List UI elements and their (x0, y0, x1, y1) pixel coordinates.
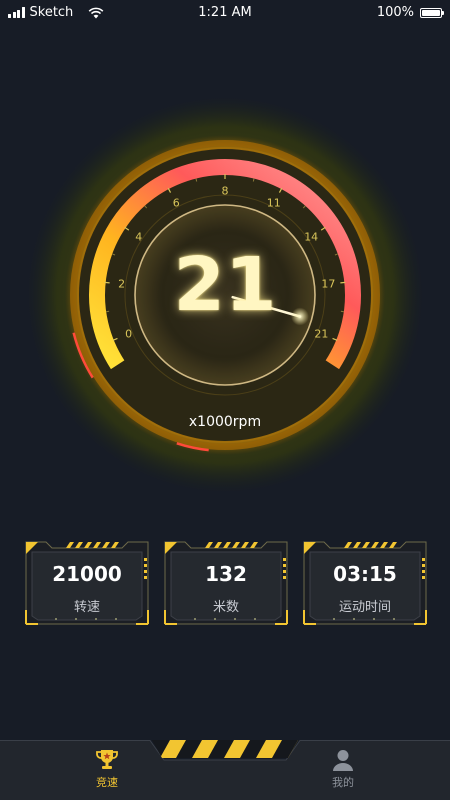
tab-race-label: 竞速 (96, 776, 118, 789)
card-frame-part (102, 542, 110, 548)
card-frame-part (111, 542, 119, 548)
status-bar-right: 100% (376, 5, 444, 20)
gauge-tick-mark (340, 281, 346, 284)
card-frame-part (380, 542, 388, 548)
gauge-tick-label: 14 (304, 230, 318, 243)
user-icon (333, 750, 353, 771)
stat-card-duration: 03:15 运动时间 (302, 540, 428, 626)
card-frame-part (84, 542, 92, 548)
battery-percent: 100% (376, 5, 414, 20)
card-frame-part (254, 618, 256, 620)
status-bar: Sketch 1:21 AM 100% (0, 0, 450, 26)
gauge-minor-tick (252, 178, 255, 182)
card-frame-part (223, 542, 231, 548)
stat-value: 03:15 (333, 562, 397, 586)
card-frame-part (55, 618, 57, 620)
card-frame-part (194, 618, 196, 620)
card-frame-part (353, 618, 355, 620)
card-frame-part (205, 542, 213, 548)
card-frame-part (75, 618, 77, 620)
card-frame-part (93, 542, 101, 548)
card-frame-part (232, 542, 240, 548)
rpm-gauge: 0 2 4 6 8 11 14 17 21 21 x1000rpm (0, 90, 450, 510)
battery-icon (420, 7, 444, 18)
card-frame-part (214, 618, 216, 620)
bottom-tab-bar: 竞速 我的 (0, 740, 450, 800)
card-frame-part (283, 558, 286, 561)
stat-label: 转速 (73, 600, 100, 615)
tab-mine-label: 我的 (332, 776, 354, 789)
gauge-tick-label: 0 (125, 328, 132, 341)
stats-cards: 21000 转速 132 米数 03:15 运动时间 (24, 540, 428, 628)
card-frame-part (353, 542, 361, 548)
card-frame-part (95, 618, 97, 620)
card-frame-part (66, 542, 74, 548)
gauge-tick-mark (104, 281, 110, 284)
card-frame-part (371, 542, 379, 548)
card-frame-part (333, 618, 335, 620)
gauge-tick-label: 11 (267, 197, 281, 210)
card-frame-part (75, 542, 83, 548)
trophy-icon (96, 750, 118, 769)
gauge-tick-label: 21 (314, 328, 328, 341)
stat-label: 运动时间 (338, 600, 391, 615)
gauge-unit-label: x1000rpm (188, 414, 262, 430)
stat-value: 21000 (52, 562, 122, 586)
stat-card-rpm: 21000 转速 (24, 540, 150, 626)
gauge-tick-label: 8 (222, 185, 229, 198)
card-frame-part (115, 618, 117, 620)
gauge-tick-label: 6 (173, 197, 180, 210)
tab-mine[interactable]: 我的 (298, 748, 388, 800)
card-frame-part (362, 542, 370, 548)
card-frame-part (393, 618, 395, 620)
card-frame-part (234, 618, 236, 620)
card-frame-part (214, 542, 222, 548)
card-frame-part (422, 558, 425, 561)
card-frame-part (373, 618, 375, 620)
card-frame-part (144, 558, 147, 561)
stat-label: 米数 (212, 600, 239, 615)
gauge-tick-label: 4 (135, 230, 142, 243)
gauge-minor-tick (195, 178, 198, 182)
card-frame-part (344, 542, 352, 548)
gauge-value: 21 (173, 242, 277, 328)
card-frame-part (250, 542, 258, 548)
tab-race[interactable]: 竞速 (62, 748, 152, 800)
card-frame-part (241, 542, 249, 548)
stat-value: 132 (205, 562, 247, 586)
stat-card-distance: 132 米数 (163, 540, 289, 626)
card-frame-part (389, 542, 397, 548)
